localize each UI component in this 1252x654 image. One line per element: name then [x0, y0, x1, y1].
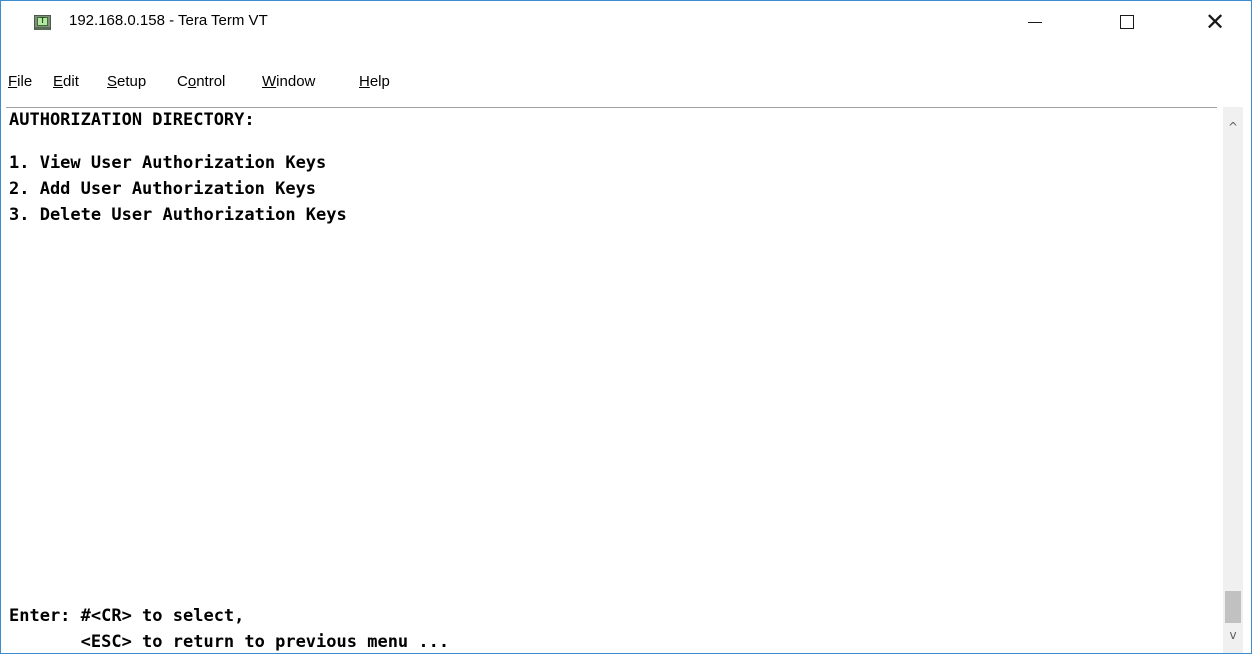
menu-file-rest: ile: [17, 73, 33, 90]
scroll-thumb[interactable]: [1225, 591, 1241, 623]
menu-setup[interactable]: Setup: [107, 73, 146, 90]
menu-file-accel: F: [8, 73, 18, 90]
menu-control[interactable]: Control: [177, 73, 225, 90]
window-title: 192.168.0.158 - Tera Term VT: [69, 12, 268, 29]
menu-bar: File Edit Setup Control Window Help: [1, 68, 1251, 97]
terminal-prompt-select: Enter: #<CR> to select,: [9, 606, 245, 626]
close-icon: ✕: [1204, 7, 1226, 36]
app-icon-stand: [35, 27, 50, 30]
menu-file[interactable]: File: [8, 73, 32, 90]
tera-term-icon[interactable]: T: [34, 15, 51, 30]
menu-help-rest: elp: [369, 73, 390, 90]
vertical-scrollbar[interactable]: ^ v: [1223, 107, 1243, 653]
menu-option-add-keys: 2. Add User Authorization Keys: [9, 179, 317, 199]
menu-setup-accel: S: [107, 73, 118, 90]
menu-edit-rest: dit: [63, 73, 79, 90]
terminal-screen[interactable]: AUTHORIZATION DIRECTORY: 1. View User Au…: [6, 107, 1217, 653]
menu-window[interactable]: Window: [262, 73, 315, 90]
terminal-prompt-escape: <ESC> to return to previous menu ...: [9, 632, 450, 652]
tera-term-window: T 192.168.0.158 - Tera Term VT ✕ File Ed…: [0, 0, 1252, 654]
terminal-heading: AUTHORIZATION DIRECTORY:: [9, 110, 255, 130]
title-bar[interactable]: T 192.168.0.158 - Tera Term VT ✕: [1, 1, 1251, 42]
menu-edit[interactable]: Edit: [53, 73, 79, 90]
menu-control-pre: C: [177, 73, 188, 90]
menu-help-accel: H: [359, 73, 370, 90]
app-icon-screen: T: [37, 16, 48, 26]
menu-window-accel: W: [262, 73, 277, 90]
menu-help[interactable]: Help: [359, 73, 390, 90]
scroll-down-arrow-icon[interactable]: v: [1223, 625, 1243, 645]
menu-control-rest: ntrol: [196, 73, 226, 90]
maximize-button[interactable]: [1099, 1, 1155, 42]
menu-window-rest: indow: [276, 73, 316, 90]
menu-control-accel: o: [187, 73, 197, 90]
minimize-icon: [1028, 21, 1042, 23]
menu-edit-accel: E: [53, 73, 64, 90]
menu-option-delete-keys: 3. Delete User Authorization Keys: [9, 205, 347, 225]
scroll-up-arrow-icon[interactable]: ^: [1223, 117, 1243, 137]
app-icon-letter: T: [40, 16, 45, 25]
menu-setup-rest: etup: [117, 73, 147, 90]
maximize-icon: [1120, 14, 1134, 29]
menu-option-view-keys: 1. View User Authorization Keys: [9, 153, 327, 173]
close-button[interactable]: ✕: [1187, 1, 1243, 42]
minimize-button[interactable]: [1007, 1, 1063, 42]
